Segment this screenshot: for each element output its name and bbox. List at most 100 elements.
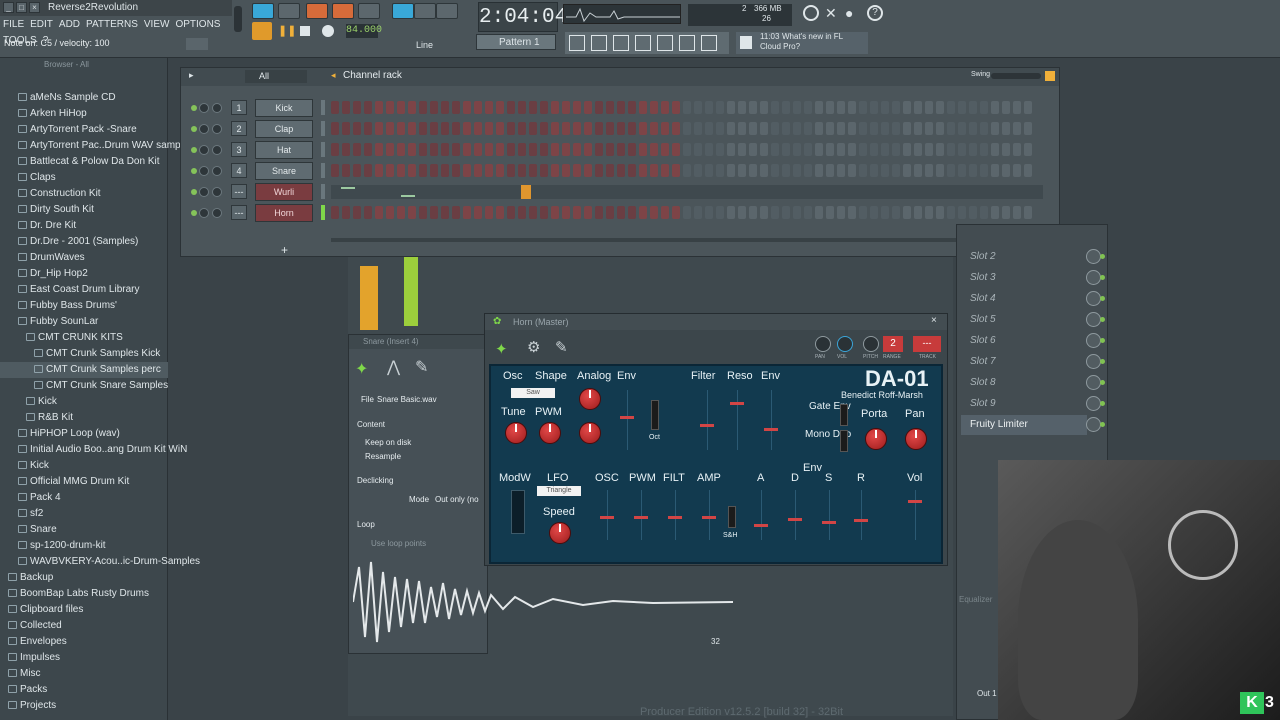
- step-button[interactable]: [848, 206, 856, 219]
- browser-item[interactable]: ArtyTorrent Pack -Snare: [0, 122, 168, 138]
- channel-name-button[interactable]: Hat: [255, 141, 313, 159]
- step-button[interactable]: [980, 164, 988, 177]
- menu-view[interactable]: VIEW: [141, 17, 173, 33]
- plugin-wrapper-icon[interactable]: ✦: [495, 340, 508, 358]
- step-button[interactable]: [936, 122, 944, 135]
- gate-env-switch[interactable]: [840, 404, 848, 426]
- step-button[interactable]: [694, 206, 702, 219]
- step-button[interactable]: [364, 101, 372, 114]
- step-button[interactable]: [991, 122, 999, 135]
- channel-mixer-track[interactable]: 2: [231, 121, 247, 136]
- step-button[interactable]: [485, 164, 493, 177]
- use-loop-points-option[interactable]: Use loop points: [371, 539, 426, 548]
- step-button[interactable]: [331, 206, 339, 219]
- track-button[interactable]: ---: [913, 336, 941, 352]
- metronome-button[interactable]: [306, 3, 328, 19]
- step-button[interactable]: [496, 206, 504, 219]
- step-button[interactable]: [881, 101, 889, 114]
- reso-fader[interactable]: [730, 402, 744, 405]
- shape-knob[interactable]: [579, 422, 601, 444]
- step-button[interactable]: [529, 101, 537, 114]
- step-button[interactable]: [958, 101, 966, 114]
- channel-select-indicator[interactable]: [321, 184, 325, 199]
- step-button[interactable]: [694, 101, 702, 114]
- channel-led[interactable]: [191, 189, 197, 195]
- step-button[interactable]: [496, 143, 504, 156]
- step-button[interactable]: [738, 143, 746, 156]
- step-button[interactable]: [474, 164, 482, 177]
- step-button[interactable]: [639, 143, 647, 156]
- arrow-button[interactable]: [414, 3, 436, 19]
- step-button[interactable]: [694, 164, 702, 177]
- step-button[interactable]: [716, 143, 724, 156]
- channel-rack-icon[interactable]: [591, 35, 607, 51]
- help-icon[interactable]: ?: [867, 5, 883, 21]
- slot-mix-knob[interactable]: [1086, 312, 1101, 327]
- step-button[interactable]: [980, 101, 988, 114]
- step-button[interactable]: [397, 122, 405, 135]
- step-button[interactable]: [914, 122, 922, 135]
- step-button[interactable]: [353, 101, 361, 114]
- filter-env-fader[interactable]: [764, 428, 778, 431]
- browser-item[interactable]: CMT Crunk Samples perc: [0, 362, 168, 378]
- step-button[interactable]: [760, 143, 768, 156]
- step-button[interactable]: [749, 206, 757, 219]
- step-button[interactable]: [551, 206, 559, 219]
- step-button[interactable]: [947, 101, 955, 114]
- step-button[interactable]: [595, 101, 603, 114]
- step-button[interactable]: [529, 206, 537, 219]
- step-button[interactable]: [529, 164, 537, 177]
- step-button[interactable]: [342, 206, 350, 219]
- analog-knob[interactable]: [579, 388, 601, 410]
- step-button[interactable]: [507, 101, 515, 114]
- step-button[interactable]: [738, 206, 746, 219]
- step-button[interactable]: [936, 164, 944, 177]
- browser-item[interactable]: Battlecat & Polow Da Don Kit: [0, 154, 168, 170]
- browser-item[interactable]: East Coast Drum Library: [0, 282, 168, 298]
- browser-item[interactable]: Pack 4: [0, 490, 168, 506]
- step-button[interactable]: [914, 206, 922, 219]
- step-button[interactable]: [793, 143, 801, 156]
- browser-item[interactable]: Dirty South Kit: [0, 202, 168, 218]
- step-button[interactable]: [573, 164, 581, 177]
- restore-icon[interactable]: □: [16, 2, 27, 13]
- step-button[interactable]: [848, 101, 856, 114]
- step-button[interactable]: [452, 143, 460, 156]
- step-button[interactable]: [1002, 164, 1010, 177]
- step-button[interactable]: [936, 206, 944, 219]
- refresh-icon[interactable]: [803, 5, 819, 21]
- step-button[interactable]: [705, 164, 713, 177]
- step-button[interactable]: [782, 122, 790, 135]
- step-button[interactable]: [716, 206, 724, 219]
- step-button[interactable]: [606, 101, 614, 114]
- browser-item[interactable]: Projects: [0, 698, 168, 714]
- octave-switch[interactable]: [651, 400, 659, 430]
- channel-vol-knob[interactable]: [212, 208, 222, 218]
- step-button[interactable]: [375, 101, 383, 114]
- step-button[interactable]: [540, 143, 548, 156]
- step-button[interactable]: [903, 122, 911, 135]
- step-button[interactable]: [793, 206, 801, 219]
- step-button[interactable]: [661, 101, 669, 114]
- step-button[interactable]: [826, 101, 834, 114]
- piano-roll-icon[interactable]: [613, 35, 629, 51]
- step-button[interactable]: [474, 143, 482, 156]
- step-button[interactable]: [540, 122, 548, 135]
- browser-item[interactable]: CMT CRUNK KITS: [0, 330, 168, 346]
- step-button[interactable]: [947, 164, 955, 177]
- plugin-icon[interactable]: [679, 35, 695, 51]
- step-button[interactable]: [826, 122, 834, 135]
- step-button[interactable]: [452, 164, 460, 177]
- step-button[interactable]: [683, 122, 691, 135]
- channel-vol-knob[interactable]: [212, 124, 222, 134]
- step-button[interactable]: [562, 122, 570, 135]
- step-button[interactable]: [573, 122, 581, 135]
- step-button[interactable]: [386, 206, 394, 219]
- step-button[interactable]: [672, 164, 680, 177]
- step-button[interactable]: [628, 101, 636, 114]
- step-button[interactable]: [584, 164, 592, 177]
- step-button[interactable]: [716, 164, 724, 177]
- browser-item[interactable]: DrumWaves: [0, 250, 168, 266]
- browser-item[interactable]: BoomBap Labs Rusty Drums: [0, 586, 168, 602]
- step-button[interactable]: [562, 143, 570, 156]
